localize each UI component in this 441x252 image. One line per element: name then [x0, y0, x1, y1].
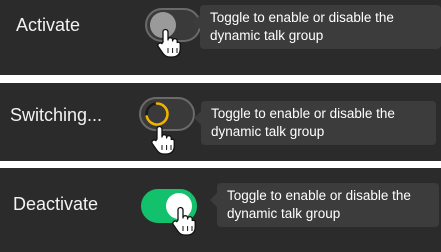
hand-pointer-icon	[172, 206, 196, 236]
tooltip-arrow	[193, 15, 200, 29]
toggle-tooltip: Toggle to enable or disable the dynamic …	[193, 5, 441, 49]
toggle-tooltip-switching: Toggle to enable or disable the dynamic …	[194, 101, 436, 145]
panel-deactivate: Deactivate Toggle to enable or disable t…	[0, 168, 441, 252]
tooltip-line-1: Toggle to enable or disable the	[211, 106, 395, 121]
tooltip-line-2: dynamic talk group	[227, 206, 341, 221]
tooltip-line-2: dynamic talk group	[210, 28, 324, 43]
toggle-tooltip-deactivate: Toggle to enable or disable the dynamic …	[210, 183, 439, 227]
tooltip-line-2: dynamic talk group	[211, 124, 325, 139]
panel-switching: Switching... Toggle to enable or disable…	[0, 83, 441, 161]
switching-label: Switching...	[10, 105, 103, 125]
tooltip-line-1: Toggle to enable or disable the	[227, 188, 411, 203]
hand-pointer-icon	[151, 125, 175, 155]
tooltip-arrow	[194, 111, 201, 125]
activate-label: Activate	[16, 15, 81, 35]
tooltip-arrow	[210, 193, 217, 207]
loading-spinner-icon	[145, 102, 169, 126]
tooltip-line-1: Toggle to enable or disable the	[210, 10, 394, 25]
panel-activate: Activate Toggle to enable or disable the…	[0, 0, 441, 75]
deactivate-label: Deactivate	[13, 194, 99, 214]
hand-pointer-icon	[157, 28, 181, 58]
